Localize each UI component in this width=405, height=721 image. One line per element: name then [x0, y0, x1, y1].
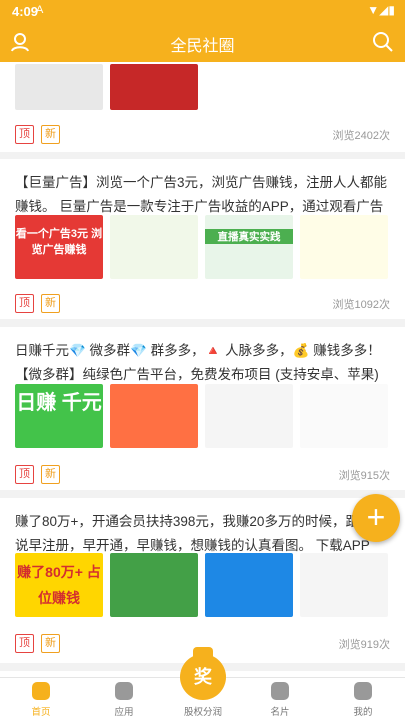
post-image[interactable]: [110, 553, 198, 617]
post-image[interactable]: 直播真实实践: [205, 215, 293, 279]
page-title: 全民社圈: [170, 38, 235, 55]
nav-cards[interactable]: 名片: [250, 682, 310, 718]
search-icon[interactable]: [371, 30, 395, 54]
nav-home-label: 首页: [31, 707, 51, 718]
post-image[interactable]: [110, 215, 198, 279]
top-tag: 顶: [15, 465, 34, 484]
view-count: 浏览919次: [338, 639, 390, 651]
post-card[interactable]: 顶新 浏览2402次: [0, 62, 405, 152]
new-tag: 新: [41, 125, 60, 144]
new-tag: 新: [41, 634, 60, 653]
add-post-button[interactable]: +: [352, 494, 400, 542]
nav-dividend-label: 股权分润: [183, 707, 222, 718]
nav-mine[interactable]: 我的: [333, 682, 393, 718]
top-tag: 顶: [15, 634, 34, 653]
new-tag: 新: [41, 465, 60, 484]
post-image[interactable]: [15, 64, 103, 110]
post-feed[interactable]: 顶新 浏览2402次 【巨量广告】浏览一个广告3元，浏览广告赚钱，注册人人都能赚…: [0, 62, 405, 677]
post-tags: 顶新: [15, 464, 67, 484]
status-time: 4:09: [12, 4, 39, 19]
view-count: 浏览1092次: [332, 299, 390, 311]
post-image[interactable]: [110, 64, 198, 110]
signal-battery-icons: ▼◢▮: [367, 3, 395, 17]
nav-home[interactable]: 首页: [11, 682, 71, 718]
nav-dividend[interactable]: 股权分润: [173, 704, 233, 718]
post-tags: 顶新: [15, 124, 67, 144]
post-image-caption: 看一个广告3元 浏览广告赚钱: [15, 228, 103, 256]
post-tags: 顶新: [15, 293, 67, 313]
post-text: 日赚千元💎 微多群💎 群多多，🔺 人脉多多，💰 赚钱多多！ 【微多群】纯绿色广告…: [15, 343, 381, 382]
post-image-caption: 直播真实实践: [205, 229, 293, 244]
view-count: 浏览915次: [338, 470, 390, 482]
post-image[interactable]: [300, 384, 388, 448]
post-image[interactable]: [205, 384, 293, 448]
home-icon: [32, 682, 50, 700]
notification-icon: A: [36, 4, 44, 16]
top-tag: 顶: [15, 294, 34, 313]
reward-bag-icon[interactable]: 奖: [180, 647, 226, 700]
reward-badge-label: 奖: [194, 667, 212, 687]
post-card[interactable]: 日赚千元💎 微多群💎 群多多，🔺 人脉多多，💰 赚钱多多！ 【微多群】纯绿色广告…: [0, 327, 405, 490]
post-text: 【巨量广告】浏览一个广告3元，浏览广告赚钱，注册人人都能赚钱。 巨量广告是一款专…: [15, 175, 387, 214]
nav-cards-label: 名片: [270, 707, 290, 718]
view-count: 浏览2402次: [332, 130, 390, 142]
new-tag: 新: [41, 294, 60, 313]
post-image-caption: 赚了80万+ 占位赚钱: [17, 564, 101, 606]
bag-top: [193, 647, 213, 657]
app-bar: 全民社圈: [0, 22, 405, 62]
post-image[interactable]: [205, 553, 293, 617]
nav-mine-label: 我的: [353, 707, 373, 718]
post-text: 赚了80万+，开通会员扶持398元，我赚20多万的时候，跟大家说早注册，早开通，…: [15, 514, 386, 553]
profile-icon: [354, 682, 372, 700]
post-image[interactable]: 日赚 千元: [15, 384, 103, 448]
post-tags: 顶新: [15, 633, 67, 653]
post-image-caption: 日赚 千元: [16, 392, 102, 414]
post-image[interactable]: 赚了80万+ 占位赚钱: [15, 553, 103, 617]
post-card[interactable]: 【巨量广告】浏览一个广告3元，浏览广告赚钱，注册人人都能赚钱。 巨量广告是一款专…: [0, 159, 405, 319]
nav-apps-label: 应用: [114, 707, 134, 718]
status-bar: 4:09 A ▼◢▮: [0, 0, 405, 22]
nav-apps[interactable]: 应用: [94, 682, 154, 718]
post-card[interactable]: 赚了80万+，开通会员扶持398元，我赚20多万的时候，跟大家说早注册，早开通，…: [0, 498, 405, 663]
post-image[interactable]: 看一个广告3元 浏览广告赚钱: [15, 215, 103, 279]
post-image[interactable]: [300, 553, 388, 617]
card-icon: [271, 682, 289, 700]
post-image[interactable]: [110, 384, 198, 448]
post-image[interactable]: [300, 215, 388, 279]
top-tag: 顶: [15, 125, 34, 144]
bottom-nav: 首页 应用 股权分润 奖 名片 我的: [0, 647, 405, 721]
apps-grid-icon: [115, 682, 133, 700]
